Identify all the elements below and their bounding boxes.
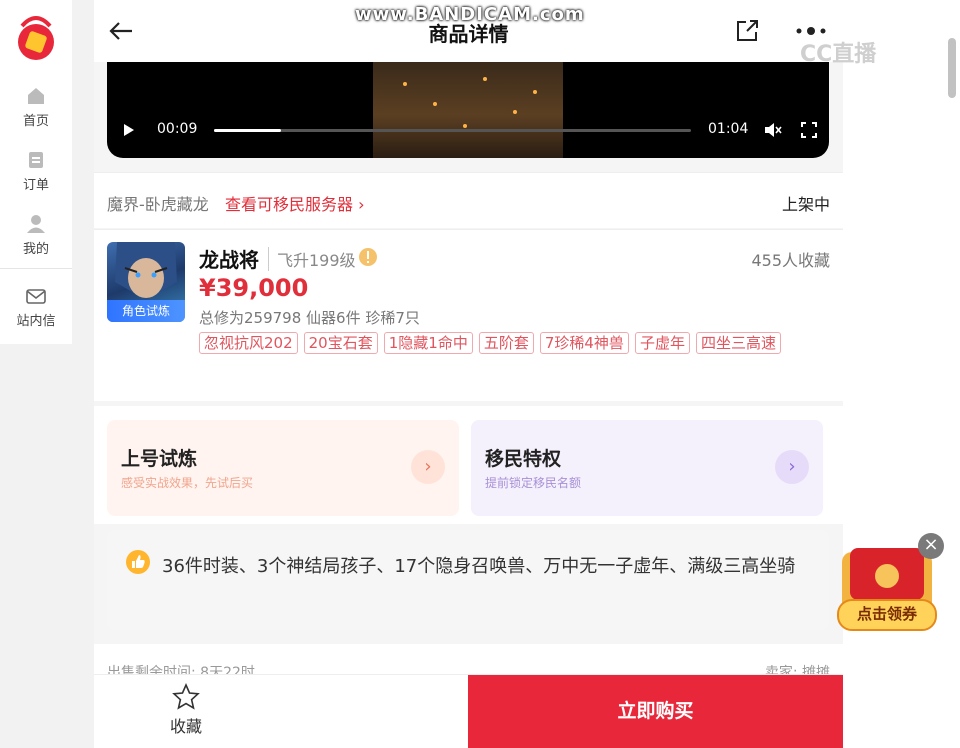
trial-login-card[interactable]: 上号试炼 感受实战效果，先试后买 › — [107, 420, 459, 516]
item-card: 角色试炼 龙战将 飞升199级 455人收藏 ¥39,000 总修为259798… — [94, 229, 843, 401]
favorites-count: 455人收藏 — [751, 251, 830, 270]
close-icon[interactable]: × — [918, 533, 944, 559]
attribute-tag: 忽视抗风202 — [199, 332, 298, 354]
sidebar-item-label: 站内信 — [16, 314, 56, 329]
video-current-time: 00:09 — [157, 121, 198, 137]
video-progress-bar[interactable] — [214, 129, 691, 132]
attribute-tag: 20宝石套 — [303, 332, 378, 354]
sidebar: 首页 订单 我的 站内信 — [0, 0, 72, 344]
user-icon — [27, 215, 45, 233]
character-stats: 总修为259798 仙器6件 珍稀7只 — [199, 309, 420, 327]
attribute-tag: 7珍稀4神兽 — [539, 332, 629, 354]
mute-icon[interactable] — [764, 122, 782, 138]
highlight-description: 36件时装、3个神结局孩子、17个隐身召唤兽、万中无一子虚年、满级三高坐骑 — [107, 530, 829, 630]
attribute-tag: 子虚年 — [634, 332, 690, 354]
video-player[interactable]: 00:09 01:04 — [107, 62, 829, 158]
play-icon[interactable] — [123, 123, 135, 137]
sidebar-item-label: 订单 — [22, 178, 49, 193]
description-text: 36件时装、3个神结局孩子、17个隐身召唤兽、万中无一子虚年、满级三高坐骑 — [162, 556, 796, 577]
attribute-tag: 1隐藏1命中 — [383, 332, 473, 354]
live-logo: CC直播 — [800, 42, 877, 67]
info-warning-icon[interactable] — [358, 247, 378, 267]
seller-name: 卖家: 摊摊 — [764, 665, 830, 674]
favorite-button[interactable]: 收藏 — [154, 683, 218, 737]
trial-badge: 角色试炼 — [107, 300, 185, 322]
favorite-label: 收藏 — [169, 717, 202, 736]
recorder-watermark: www.BANDICAM.com — [355, 4, 585, 25]
app-logo-icon[interactable] — [12, 12, 60, 62]
order-icon — [29, 152, 43, 168]
chevron-right-icon[interactable]: › — [775, 450, 809, 484]
main-content: 商品详情 00:09 01:04 魔界-卧虎藏龙 查看可移民服务器 › 上架中 — [94, 0, 843, 748]
chevron-right-icon[interactable]: › — [411, 450, 445, 484]
server-row: 魔界-卧虎藏龙 查看可移民服务器 › 上架中 — [94, 172, 843, 228]
migration-privilege-card[interactable]: 移民特权 提前锁定移民名额 › — [471, 420, 823, 516]
feature-title: 移民特权 — [485, 448, 562, 470]
price: ¥39,000 — [199, 274, 309, 302]
server-name: 魔界-卧虎藏龙 — [107, 195, 209, 214]
right-panel — [843, 0, 960, 748]
character-name: 龙战将 — [199, 248, 259, 272]
video-progress-fill — [214, 129, 281, 132]
bottom-action-bar: 收藏 立即购买 — [94, 674, 843, 748]
sale-info-row: 出售剩余时间: 8天22时 卖家: 摊摊 — [94, 644, 843, 674]
fullscreen-icon[interactable] — [801, 122, 817, 138]
attribute-tag: 四坐三高速 — [695, 332, 781, 354]
listing-status: 上架中 — [781, 195, 830, 214]
video-total-time: 01:04 — [708, 121, 749, 137]
buy-now-button[interactable]: 立即购买 — [468, 675, 843, 748]
scrollbar[interactable] — [948, 38, 956, 98]
sidebar-item-label: 我的 — [22, 242, 49, 257]
sidebar-item-orders[interactable]: 订单 — [0, 150, 72, 193]
sidebar-item-home[interactable]: 首页 — [0, 86, 72, 129]
feature-title: 上号试炼 — [121, 448, 198, 470]
coupon-label[interactable]: 点击领券 — [838, 603, 936, 624]
mail-icon — [26, 289, 46, 304]
sidebar-item-messages[interactable]: 站内信 — [0, 286, 72, 329]
attribute-tag: 五阶套 — [478, 332, 534, 354]
attribute-tags: 忽视抗风202 20宝石套 1隐藏1命中 五阶套 7珍稀4神兽 子虚年 四坐三高速 — [199, 332, 799, 360]
sidebar-item-mine[interactable]: 我的 — [0, 214, 72, 257]
feature-subtitle: 感受实战效果，先试后买 — [121, 476, 254, 490]
sidebar-item-label: 首页 — [22, 114, 49, 129]
remaining-time: 出售剩余时间: 8天22时 — [107, 665, 255, 674]
feature-subtitle: 提前锁定移民名额 — [485, 476, 582, 490]
character-level: 飞升199级 — [268, 247, 356, 271]
character-face-icon — [115, 242, 177, 300]
share-icon[interactable] — [734, 18, 760, 44]
feature-section: 上号试炼 感受实战效果，先试后买 › 移民特权 提前锁定移民名额 › — [94, 406, 843, 524]
home-icon — [28, 88, 44, 104]
video-frame — [373, 62, 563, 158]
star-icon — [172, 683, 200, 710]
sidebar-divider — [0, 268, 72, 269]
migrate-servers-link[interactable]: 查看可移民服务器 › — [225, 191, 365, 215]
character-avatar[interactable]: 角色试炼 — [107, 242, 185, 322]
